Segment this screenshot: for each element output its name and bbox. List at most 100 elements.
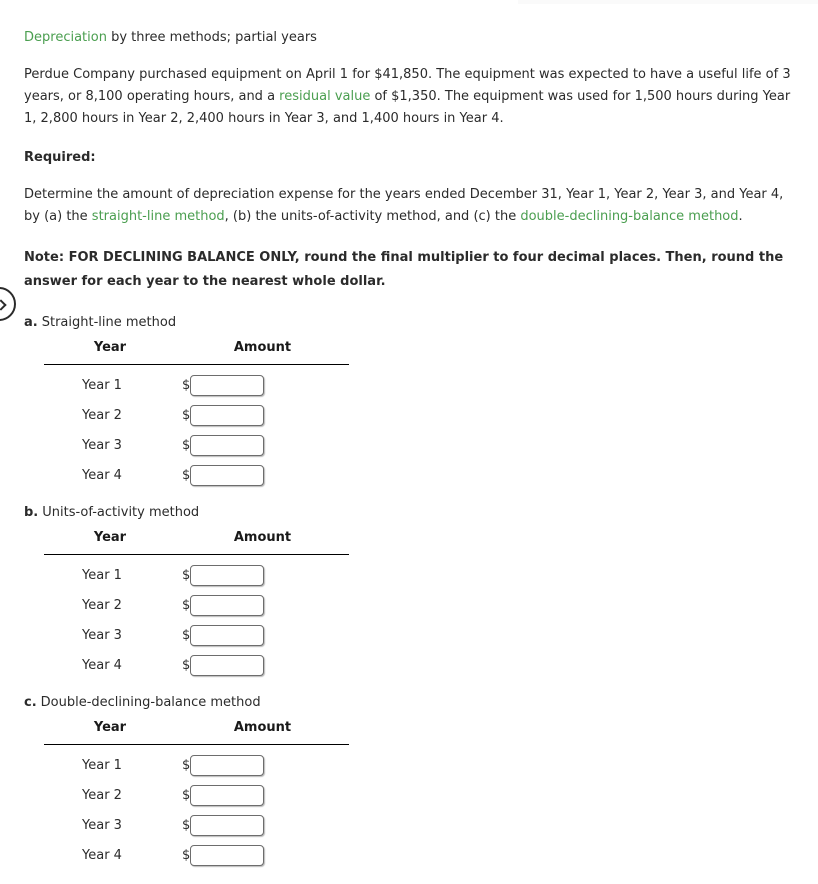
- year-label: Year 3: [82, 817, 122, 833]
- dollar-sign: $: [182, 437, 191, 453]
- amount-cell: $: [176, 400, 349, 430]
- table-row: Year 4 $: [44, 460, 349, 490]
- rounding-note: Note: FOR DECLINING BALANCE ONLY, round …: [24, 250, 784, 289]
- question-title: Depreciation by three methods; partial y…: [24, 28, 794, 47]
- table-row: Year 3 $: [44, 620, 349, 650]
- amount-cell: $: [176, 460, 349, 490]
- amount-field-group: $: [176, 844, 349, 866]
- dollar-sign: $: [182, 757, 191, 773]
- dollar-sign: $: [182, 567, 191, 583]
- year-label: Year 1: [82, 567, 122, 583]
- year-label: Year 4: [82, 847, 122, 863]
- year-label: Year 4: [82, 657, 122, 673]
- straight-line-method-link[interactable]: straight-line method: [92, 209, 225, 224]
- instruction-statement: Determine the amount of depreciation exp…: [24, 184, 794, 228]
- amount-input-b-year2[interactable]: [190, 594, 265, 616]
- table-header-row: Year Amount: [44, 530, 349, 555]
- table-row: Year 1 $: [44, 745, 349, 781]
- table-row: Year 2 $: [44, 400, 349, 430]
- dollar-sign: $: [182, 847, 191, 863]
- table-header-row: Year Amount: [44, 720, 349, 745]
- question-title-rest: by three methods; partial years: [106, 30, 317, 45]
- dollar-sign: $: [182, 627, 191, 643]
- dollar-sign: $: [182, 817, 191, 833]
- table-row: Year 4 $: [44, 650, 349, 680]
- table-row: Year 2 $: [44, 780, 349, 810]
- amount-field-group: $: [176, 564, 349, 586]
- amount-cell: $: [176, 840, 349, 870]
- part-heading-a: a. Straight-line method: [24, 314, 794, 332]
- amount-input-a-year3[interactable]: [190, 434, 265, 456]
- year-label: Year 3: [82, 627, 122, 643]
- amount-cell: $: [176, 590, 349, 620]
- residual-value-link[interactable]: residual value: [279, 89, 370, 104]
- amount-cell: $: [176, 745, 349, 781]
- column-header-amount: Amount: [176, 530, 349, 555]
- amount-input-a-year1[interactable]: [190, 374, 265, 396]
- part-label-b: Units-of-activity method: [42, 505, 200, 520]
- amount-cell: $: [176, 555, 349, 591]
- part-letter-a: a.: [24, 315, 38, 330]
- amount-field-group: $: [176, 594, 349, 616]
- column-header-amount: Amount: [176, 340, 349, 365]
- dollar-sign: $: [182, 787, 191, 803]
- table-row: Year 3 $: [44, 430, 349, 460]
- column-header-year: Year: [44, 340, 176, 365]
- question-content: Depreciation by three methods; partial y…: [0, 0, 818, 870]
- dollar-sign: $: [182, 467, 191, 483]
- part-label-c: Double-declining-balance method: [40, 695, 261, 710]
- part-letter-b: b.: [24, 505, 39, 520]
- column-header-amount: Amount: [176, 720, 349, 745]
- instruction-text-2: , (b) the units-of-activity method, and …: [224, 209, 521, 224]
- amount-input-c-year2[interactable]: [190, 784, 265, 806]
- dollar-sign: $: [182, 597, 191, 613]
- question-page: Depreciation by three methods; partial y…: [0, 0, 818, 884]
- part-heading-b: b. Units-of-activity method: [24, 504, 794, 522]
- required-label: Required:: [24, 150, 96, 165]
- amount-input-b-year1[interactable]: [190, 564, 265, 586]
- dollar-sign: $: [182, 657, 191, 673]
- column-header-year: Year: [44, 720, 176, 745]
- table-header-row: Year Amount: [44, 340, 349, 365]
- year-label: Year 2: [82, 787, 122, 803]
- amount-cell: $: [176, 365, 349, 401]
- amount-field-group: $: [176, 784, 349, 806]
- table-row: Year 2 $: [44, 590, 349, 620]
- amount-cell: $: [176, 810, 349, 840]
- depreciation-link[interactable]: Depreciation: [24, 30, 107, 45]
- amount-cell: $: [176, 620, 349, 650]
- instruction-text-3: .: [738, 209, 743, 224]
- amount-field-group: $: [176, 814, 349, 836]
- amount-field-group: $: [176, 374, 349, 396]
- double-declining-balance-table: Year Amount Year 1 $ Year 2 $ Year 3 $ Y…: [44, 720, 349, 870]
- amount-field-group: $: [176, 754, 349, 776]
- year-label: Year 2: [82, 407, 122, 423]
- part-label-a: Straight-line method: [41, 315, 177, 330]
- part-heading-c: c. Double-declining-balance method: [24, 694, 794, 712]
- amount-field-group: $: [176, 434, 349, 456]
- amount-input-c-year1[interactable]: [190, 754, 265, 776]
- amount-input-c-year4[interactable]: [190, 844, 265, 866]
- amount-field-group: $: [176, 404, 349, 426]
- amount-input-a-year4[interactable]: [190, 464, 265, 486]
- straight-line-table: Year Amount Year 1 $ Year 2 $ Year 3 $ Y…: [44, 340, 349, 490]
- dollar-sign: $: [182, 407, 191, 423]
- amount-field-group: $: [176, 624, 349, 646]
- table-row: Year 4 $: [44, 840, 349, 870]
- double-declining-balance-method-link[interactable]: double-declining-balance method: [520, 209, 738, 224]
- table-row: Year 1 $: [44, 365, 349, 401]
- column-header-year: Year: [44, 530, 176, 555]
- year-label: Year 3: [82, 437, 122, 453]
- amount-input-b-year3[interactable]: [190, 624, 265, 646]
- amount-cell: $: [176, 650, 349, 680]
- amount-input-c-year3[interactable]: [190, 814, 265, 836]
- units-of-activity-table: Year Amount Year 1 $ Year 2 $ Year 3 $ Y…: [44, 530, 349, 680]
- year-label: Year 4: [82, 467, 122, 483]
- amount-input-b-year4[interactable]: [190, 654, 265, 676]
- part-letter-c: c.: [24, 695, 37, 710]
- amount-input-a-year2[interactable]: [190, 404, 265, 426]
- amount-cell: $: [176, 780, 349, 810]
- year-label: Year 2: [82, 597, 122, 613]
- amount-field-group: $: [176, 464, 349, 486]
- amount-cell: $: [176, 430, 349, 460]
